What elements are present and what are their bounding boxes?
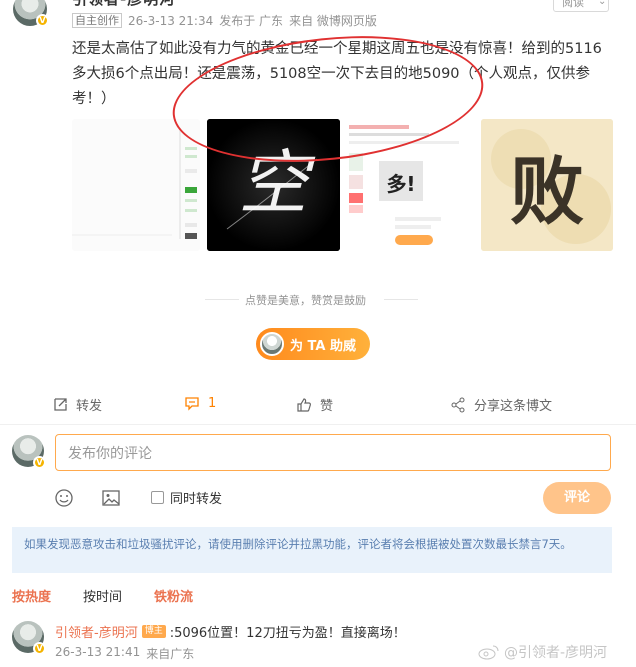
comment-meta: 26-3-13 21:41 来自广东 [55,645,194,662]
emoji-icon[interactable] [54,488,74,512]
image-upload-icon[interactable] [101,488,121,512]
blogger-badge: 博主 [141,625,166,638]
svg-text:多!: 多! [386,172,415,196]
share-label: 分享这条博文 [474,399,553,414]
tab-hot[interactable]: 按热度 [12,586,51,605]
submit-comment-button[interactable]: 评论 [543,482,611,514]
like-label: 赞 [320,399,334,414]
post-source: 来自 微博网页版 [289,14,377,28]
share-icon [451,397,465,412]
repost-checkbox[interactable] [151,491,164,504]
comment-icon [185,397,199,411]
comment-location: 来自广东 [146,647,195,661]
encourage-text: 点赞是美意，赞赏是鼓励 [245,294,366,307]
weibo-watermark: @引领者-彦明河 [478,642,607,662]
comment-count: 1 [208,395,217,411]
post-timestamp[interactable]: 26-3-13 21:34 [128,14,213,28]
repost-checkbox-label: 同时转发 [170,492,223,507]
actions-divider [0,424,636,425]
post-image-4[interactable]: 败 [481,119,613,251]
post-image-1[interactable] [72,119,200,251]
comment-button[interactable]: 1 [184,395,216,411]
comment-header: 引领者-彦明河 博主 :5096位置！12刀扭亏为盈！直接离场！ [55,622,406,641]
thumbs-up-icon [297,397,311,412]
repost-button[interactable]: 转发 [52,395,102,414]
comment-verified-icon: V [33,642,46,655]
support-label: 为 TA 助威 [290,338,356,354]
chevron-down-icon[interactable]: ⌄ [598,0,606,7]
author-name[interactable]: 引领者-彦明河 [72,0,175,9]
post-meta: 自主创作 26-3-13 21:34 发布于 广东 来自 微博网页版 [72,12,377,29]
encourage-divider-right [384,299,418,300]
weibo-logo-icon [478,645,499,660]
watermark-text: @引领者-彦明河 [504,645,608,661]
verified-badge-icon: V [36,14,49,27]
tab-fans[interactable]: 铁粉流 [154,586,193,605]
comment-input[interactable]: 发布你的评论 [55,434,611,471]
comment-time: 26-3-13 21:41 [55,645,141,659]
support-avatar [260,332,284,356]
follow-label: 阅读 [562,0,584,9]
share-button[interactable]: 分享这条博文 [450,395,552,414]
original-tag: 自主创作 [72,13,122,28]
tab-time[interactable]: 按时间 [83,586,122,605]
repost-label: 转发 [76,399,103,414]
bai-glyph-art: 败 [481,119,613,251]
encourage-divider-left [205,299,239,300]
comment-placeholder: 发布你的评论 [68,445,152,462]
comment-text: :5096位置！12刀扭亏为盈！直接离场！ [169,626,406,641]
support-button[interactable]: 为 TA 助威 [256,328,370,360]
moderation-notice: 如果发现恶意攻击和垃圾骚扰评论，请使用删除评论并拉黑功能，评论者将会根据被处置次… [12,527,612,573]
repost-icon [54,397,67,411]
my-verified-icon: V [33,456,46,469]
like-button[interactable]: 赞 [296,395,333,414]
chart-thumbnail-icon [72,119,200,251]
post-location: 发布于 广东 [219,14,284,28]
comment-author[interactable]: 引领者-彦明河 [55,622,138,641]
svg-text:败: 败 [510,149,584,235]
